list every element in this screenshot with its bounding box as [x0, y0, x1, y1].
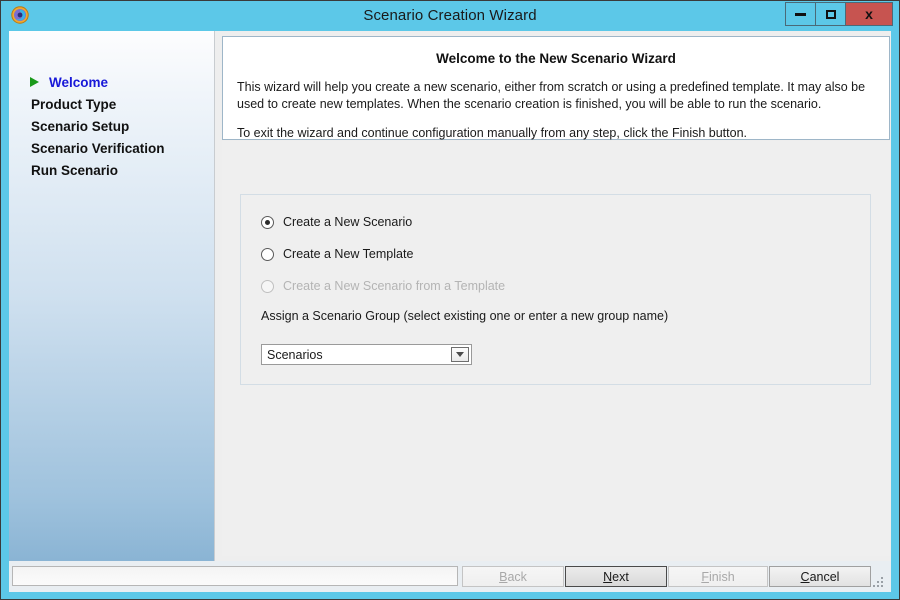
sidebar-item-scenario-setup[interactable]: Scenario Setup — [9, 115, 215, 137]
minimize-button[interactable] — [785, 2, 815, 26]
next-button-accel: N — [603, 569, 613, 584]
intro-header-box: Welcome to the New Scenario Wizard This … — [222, 36, 890, 140]
green-arrow-icon — [30, 77, 39, 87]
cancel-button[interactable]: Cancel — [769, 566, 871, 587]
sidebar-item-label: Run Scenario — [31, 162, 119, 178]
client-area: Welcome Product Type Scenario Setup Scen… — [9, 31, 891, 561]
sidebar-item-product-type[interactable]: Product Type — [9, 93, 215, 115]
scenario-group-caption: Assign a Scenario Group (select existing… — [261, 309, 669, 323]
finish-button-accel: F — [701, 569, 709, 584]
chevron-down-icon — [456, 352, 464, 357]
next-button[interactable]: Next — [565, 566, 667, 587]
scenario-options-groupbox: Create a New Scenario Create a New Templ… — [240, 194, 871, 385]
finish-button[interactable]: Finish — [668, 566, 768, 587]
radio-option-new-scenario-from-template: Create a New Scenario from a Template — [261, 277, 505, 295]
maximize-icon — [825, 9, 836, 19]
status-field — [12, 566, 458, 586]
radio-option-new-scenario[interactable]: Create a New Scenario — [261, 213, 412, 231]
page-title: Welcome to the New Scenario Wizard — [436, 51, 676, 66]
radio-label: Create a New Scenario — [283, 215, 413, 229]
sidebar-item-label: Scenario Setup — [31, 118, 130, 134]
cancel-button-label: ancel — [809, 569, 840, 584]
back-button[interactable]: Back — [462, 566, 564, 587]
next-button-label: ext — [612, 569, 629, 584]
wizard-window: Scenario Creation Wizard x Welcome Produ… — [0, 0, 900, 600]
scenario-group-dropdown-button[interactable] — [451, 347, 469, 362]
step-list: Welcome Product Type Scenario Setup Scen… — [9, 71, 215, 181]
footer-bar: Back Next Finish Cancel — [9, 561, 891, 592]
maximize-button[interactable] — [815, 2, 845, 26]
radio-icon[interactable] — [261, 215, 274, 229]
radio-icon[interactable] — [261, 247, 274, 261]
intro-paragraph-2: To exit the wizard and continue configur… — [237, 126, 747, 140]
sidebar-item-run-scenario[interactable]: Run Scenario — [9, 159, 215, 181]
sidebar-item-label: Product Type — [31, 96, 117, 112]
window-title: Scenario Creation Wizard — [363, 7, 537, 24]
radio-label: Create a New Scenario from a Template — [283, 279, 506, 293]
finish-button-label: inish — [708, 569, 735, 584]
intro-paragraph-1: This wizard will help you create a new s… — [237, 80, 866, 111]
window-controls: x — [785, 2, 893, 26]
radio-option-new-template[interactable]: Create a New Template — [261, 245, 413, 263]
resize-grip-icon[interactable] — [873, 575, 886, 588]
scenario-group-input[interactable]: Scenarios — [262, 345, 451, 364]
sidebar-item-label: Welcome — [49, 74, 109, 90]
back-button-label: ack — [507, 569, 527, 584]
cancel-button-accel: C — [800, 569, 810, 584]
radio-icon — [261, 279, 274, 293]
title-bar: Scenario Creation Wizard x — [1, 1, 899, 31]
radio-label: Create a New Template — [283, 247, 414, 261]
sidebar-item-scenario-verification[interactable]: Scenario Verification — [9, 137, 215, 159]
main-panel: Welcome to the New Scenario Wizard This … — [215, 31, 891, 561]
close-button[interactable]: x — [845, 2, 893, 26]
close-icon: x — [865, 6, 873, 22]
sidebar-item-label: Scenario Verification — [31, 140, 165, 156]
wizard-step-sidebar: Welcome Product Type Scenario Setup Scen… — [9, 31, 215, 561]
sidebar-item-welcome[interactable]: Welcome — [9, 71, 215, 93]
scenario-group-combobox[interactable]: Scenarios — [261, 344, 472, 365]
minimize-icon — [795, 12, 806, 16]
content-area: Create a New Scenario Create a New Templ… — [222, 141, 890, 556]
